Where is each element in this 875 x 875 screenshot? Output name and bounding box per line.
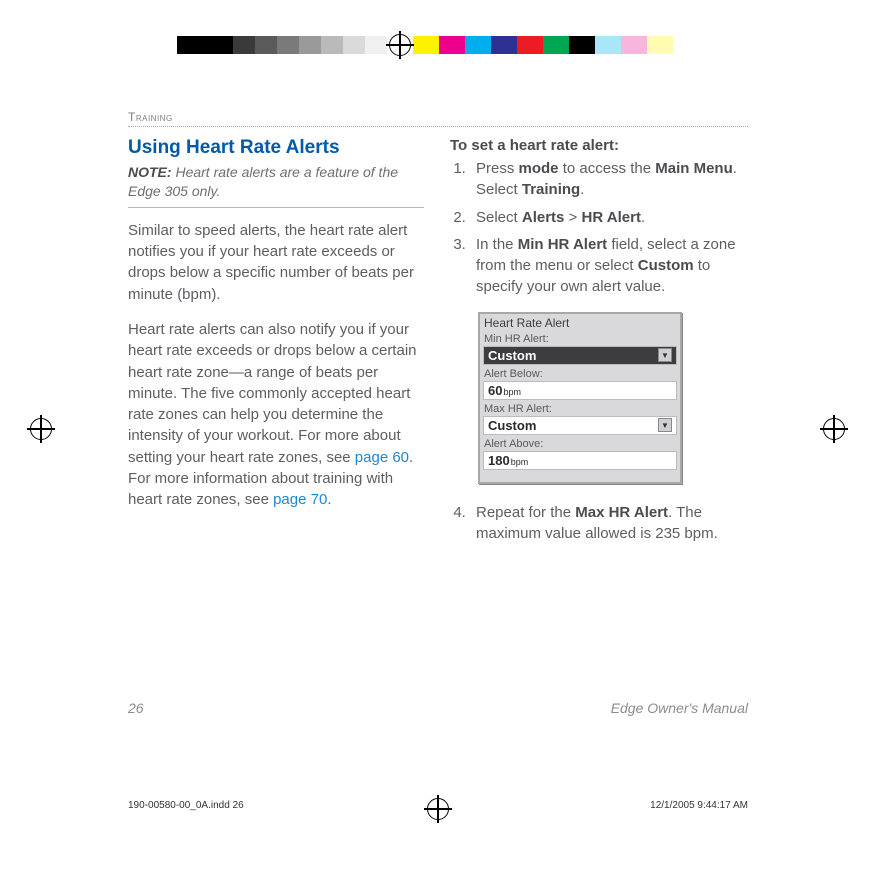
registration-mark-left <box>30 418 52 440</box>
device-label-below: Alert Below: <box>480 367 680 381</box>
page-content: Training Using Heart Rate Alerts NOTE: H… <box>128 110 748 550</box>
step-1: Press mode to access the Main Menu. Sele… <box>470 158 746 201</box>
registration-mark-right <box>823 418 845 440</box>
doc-title: Edge Owner's Manual <box>611 700 748 716</box>
page-link-70[interactable]: page 70 <box>273 491 327 508</box>
paragraph-1: Similar to speed alerts, the heart rate … <box>128 220 424 305</box>
left-column: Using Heart Rate Alerts NOTE: Heart rate… <box>128 135 424 550</box>
color-bar <box>413 36 699 54</box>
registration-top <box>0 34 875 56</box>
device-field-min-alert: Custom▼ <box>483 346 677 365</box>
procedure-list: Press mode to access the Main Menu. Sele… <box>450 158 746 298</box>
dropdown-icon: ▼ <box>658 418 672 432</box>
device-screenshot: Heart Rate Alert Min HR Alert: Custom▼ A… <box>478 312 682 484</box>
device-field-alert-below: 60bpm <box>483 381 677 400</box>
device-field-max-alert: Custom▼ <box>483 416 677 435</box>
note-label: NOTE: <box>128 164 172 180</box>
step-4: Repeat for the Max HR Alert. The maximum… <box>470 502 746 545</box>
right-column: To set a heart rate alert: Press mode to… <box>450 135 746 550</box>
chapter-label: Training <box>128 110 748 127</box>
device-label-max: Max HR Alert: <box>480 402 680 416</box>
device-field-alert-above: 180bpm <box>483 451 677 470</box>
prepress-footer: 190-00580-00_0A.indd 26 12/1/2005 9:44:1… <box>128 800 748 811</box>
page-footer: 26 Edge Owner's Manual <box>128 700 748 716</box>
device-label-min: Min HR Alert: <box>480 332 680 346</box>
indd-file: 190-00580-00_0A.indd 26 <box>128 800 244 811</box>
timestamp: 12/1/2005 9:44:17 AM <box>650 800 748 811</box>
step-2: Select Alerts > HR Alert. <box>470 207 746 228</box>
step-3: In the Min HR Alert field, select a zone… <box>470 234 746 298</box>
dropdown-icon: ▼ <box>658 348 672 362</box>
paragraph-2: Heart rate alerts can also notify you if… <box>128 319 424 511</box>
device-title: Heart Rate Alert <box>480 314 680 332</box>
registration-mark <box>389 34 411 56</box>
procedure-list-cont: Repeat for the Max HR Alert. The maximum… <box>450 502 746 545</box>
page-link-60[interactable]: page 60 <box>355 449 409 466</box>
note-block: NOTE: Heart rate alerts are a feature of… <box>128 163 424 208</box>
page-number: 26 <box>128 700 144 716</box>
device-label-above: Alert Above: <box>480 437 680 451</box>
section-heading: Using Heart Rate Alerts <box>128 137 424 159</box>
procedure-heading: To set a heart rate alert: <box>450 137 746 154</box>
grayscale-bar <box>177 36 387 54</box>
